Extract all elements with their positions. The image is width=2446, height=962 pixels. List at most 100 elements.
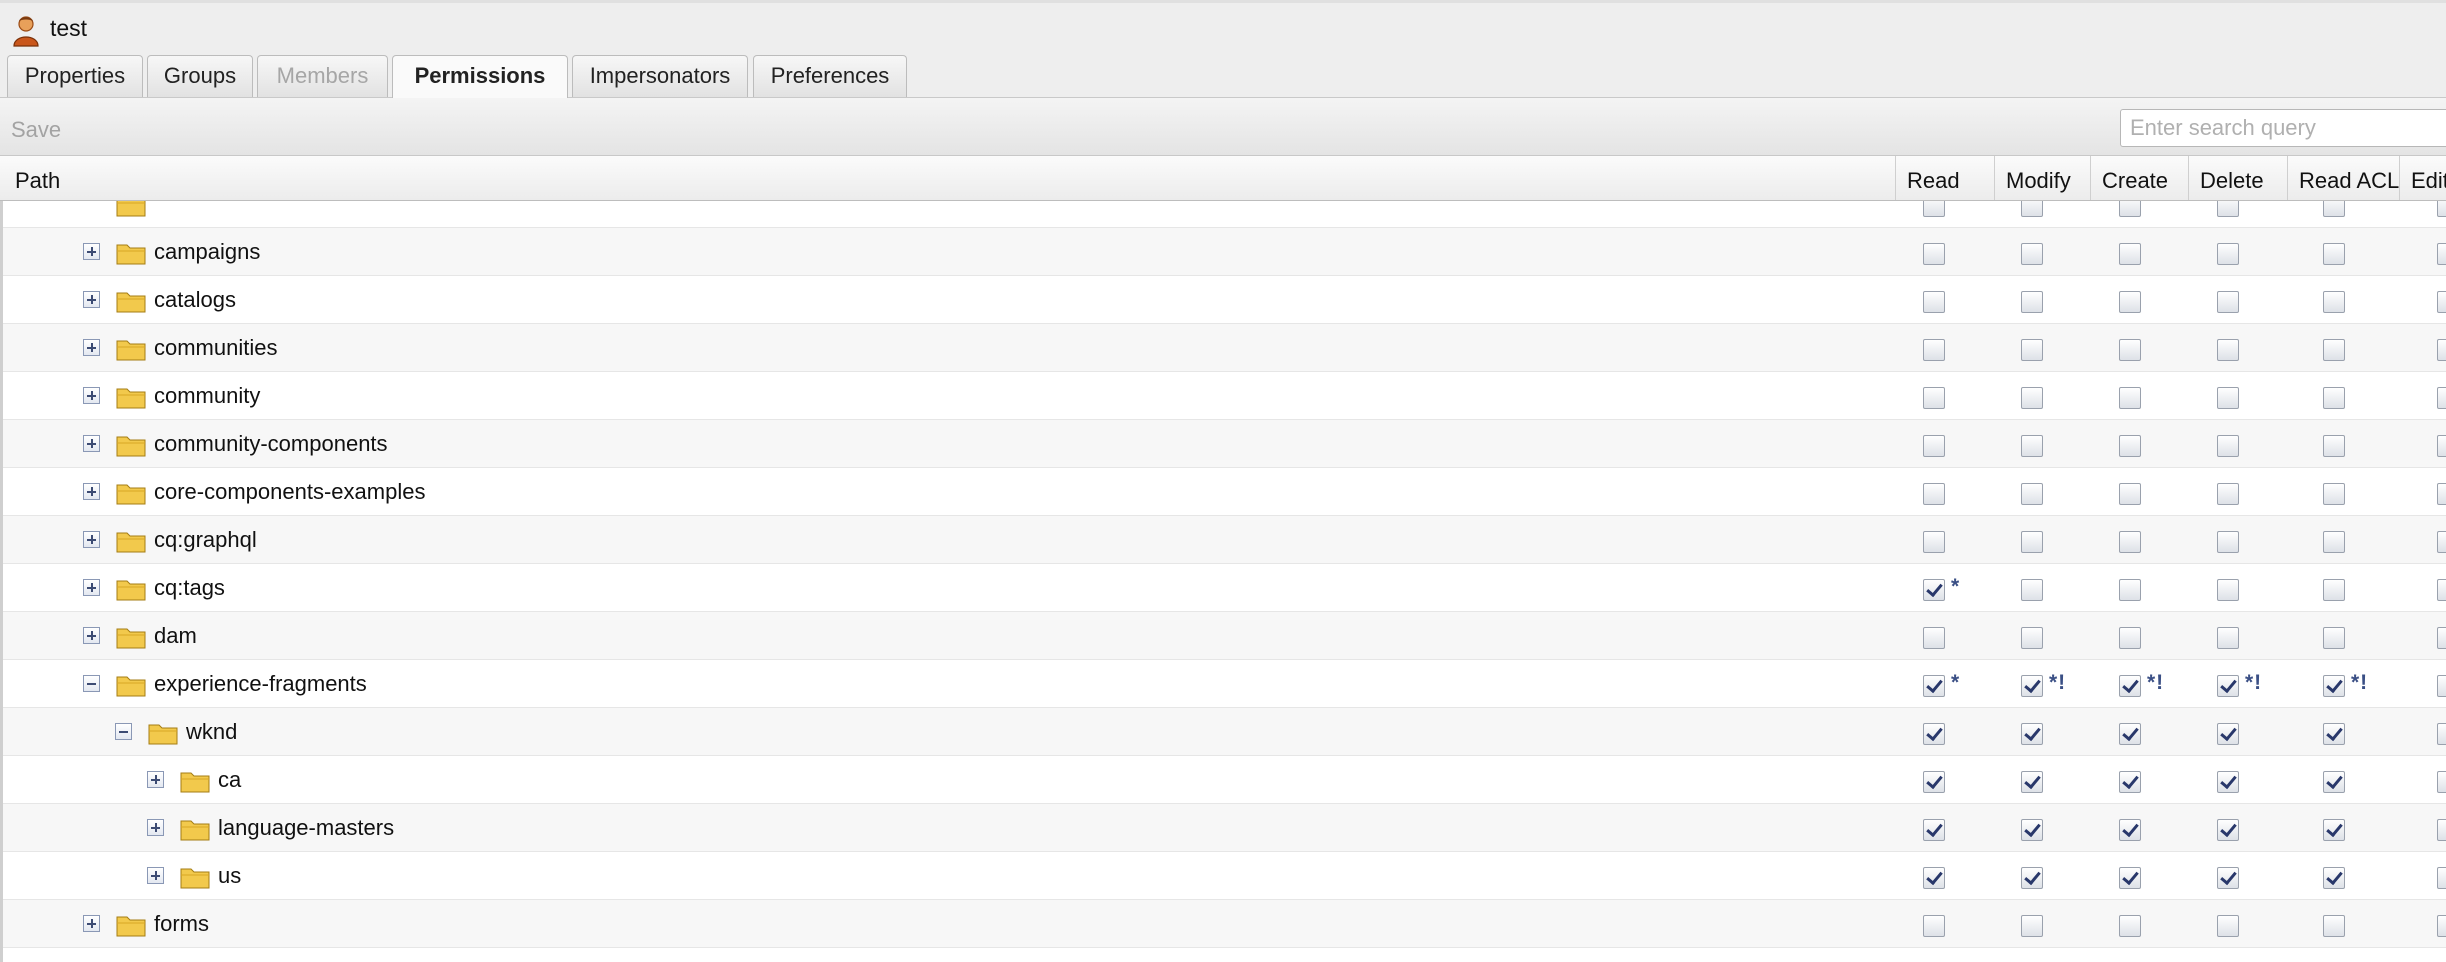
tree-row[interactable]: ca: [3, 756, 2446, 804]
permission-checkbox-read[interactable]: [1923, 291, 1945, 313]
node-label[interactable]: ca: [218, 767, 241, 793]
tree-row[interactable]: forms: [3, 900, 2446, 948]
permission-checkbox-delete[interactable]: [2217, 531, 2239, 553]
column-header-modify[interactable]: Modify: [1994, 156, 2090, 200]
expand-icon[interactable]: [83, 579, 100, 596]
column-header-read-acl[interactable]: Read ACL: [2287, 156, 2399, 200]
tree-row[interactable]: dam: [3, 612, 2446, 660]
expand-icon[interactable]: [83, 627, 100, 644]
permission-checkbox-delete[interactable]: [2217, 867, 2239, 889]
permission-checkbox-read-acl[interactable]: [2323, 819, 2345, 841]
permission-checkbox-create[interactable]: [2119, 867, 2141, 889]
tree-row[interactable]: core-components-examples: [3, 468, 2446, 516]
permission-checkbox-read-acl[interactable]: [2323, 627, 2345, 649]
expand-icon[interactable]: [147, 771, 164, 788]
permission-checkbox-read[interactable]: [1923, 339, 1945, 361]
tab-impersonators[interactable]: Impersonators: [572, 55, 748, 97]
tree-row[interactable]: community: [3, 372, 2446, 420]
permission-checkbox-edit-acl[interactable]: [2437, 291, 2446, 313]
permission-checkbox-edit-acl[interactable]: [2437, 723, 2446, 745]
permission-checkbox-modify[interactable]: [2021, 675, 2043, 697]
permission-checkbox-create[interactable]: [2119, 723, 2141, 745]
collapse-icon[interactable]: [115, 723, 132, 740]
permission-checkbox-edit-acl[interactable]: [2437, 627, 2446, 649]
permission-checkbox-read-acl[interactable]: [2323, 483, 2345, 505]
column-header-create[interactable]: Create: [2090, 156, 2188, 200]
permission-checkbox-read-acl[interactable]: [2323, 531, 2345, 553]
node-label[interactable]: catalogs: [154, 287, 236, 313]
permission-checkbox-read-acl[interactable]: [2323, 291, 2345, 313]
permission-checkbox-read[interactable]: [1923, 771, 1945, 793]
permission-checkbox-read[interactable]: [1923, 435, 1945, 457]
permission-checkbox-delete[interactable]: [2217, 675, 2239, 697]
permission-checkbox-read-acl[interactable]: [2323, 201, 2345, 217]
expand-icon[interactable]: [147, 819, 164, 836]
permission-checkbox-delete[interactable]: [2217, 915, 2239, 937]
permission-checkbox-create[interactable]: [2119, 771, 2141, 793]
permission-checkbox-read-acl[interactable]: [2323, 723, 2345, 745]
expand-icon[interactable]: [83, 483, 100, 500]
permission-checkbox-modify[interactable]: [2021, 723, 2043, 745]
node-label[interactable]: forms: [154, 911, 209, 937]
save-button[interactable]: Save: [11, 117, 61, 143]
tree-row[interactable]: language-masters: [3, 804, 2446, 852]
permission-checkbox-edit-acl[interactable]: [2437, 483, 2446, 505]
tree-row[interactable]: cq:tags *: [3, 564, 2446, 612]
permission-checkbox-modify[interactable]: [2021, 819, 2043, 841]
expand-icon[interactable]: [83, 387, 100, 404]
permission-checkbox-read[interactable]: [1923, 675, 1945, 697]
permission-checkbox-edit-acl[interactable]: [2437, 579, 2446, 601]
node-label[interactable]: cq:graphql: [154, 527, 257, 553]
permission-checkbox-read[interactable]: [1923, 483, 1945, 505]
permission-checkbox-create[interactable]: [2119, 387, 2141, 409]
permission-checkbox-create[interactable]: [2119, 915, 2141, 937]
column-header-read[interactable]: Read: [1895, 156, 1994, 200]
tab-preferences[interactable]: Preferences: [753, 55, 907, 97]
node-label[interactable]: wknd: [186, 719, 237, 745]
permission-checkbox-modify[interactable]: [2021, 579, 2043, 601]
permission-checkbox-read-acl[interactable]: [2323, 435, 2345, 457]
node-label[interactable]: communities: [154, 335, 277, 361]
permission-checkbox-edit-acl[interactable]: [2437, 867, 2446, 889]
permission-checkbox-create[interactable]: [2119, 819, 2141, 841]
permission-checkbox-read-acl[interactable]: [2323, 771, 2345, 793]
permission-checkbox-create[interactable]: [2119, 627, 2141, 649]
permission-checkbox-create[interactable]: [2119, 243, 2141, 265]
column-header-path[interactable]: Path: [0, 156, 1895, 200]
permission-checkbox-read[interactable]: [1923, 201, 1945, 217]
permission-checkbox-delete[interactable]: [2217, 291, 2239, 313]
permission-checkbox-modify[interactable]: [2021, 435, 2043, 457]
permission-checkbox-edit-acl[interactable]: [2437, 387, 2446, 409]
node-label[interactable]: cq:tags: [154, 575, 225, 601]
permission-checkbox-modify[interactable]: [2021, 867, 2043, 889]
permission-checkbox-modify[interactable]: [2021, 339, 2043, 361]
tree-row[interactable]: us: [3, 852, 2446, 900]
permission-checkbox-delete[interactable]: [2217, 387, 2239, 409]
permission-checkbox-edit-acl[interactable]: [2437, 201, 2446, 217]
permission-checkbox-create[interactable]: [2119, 675, 2141, 697]
permission-checkbox-modify[interactable]: [2021, 387, 2043, 409]
column-header-edit-acl[interactable]: Edit ACL: [2399, 156, 2446, 200]
expand-icon[interactable]: [147, 867, 164, 884]
permission-checkbox-modify[interactable]: [2021, 627, 2043, 649]
permission-checkbox-create[interactable]: [2119, 339, 2141, 361]
permission-checkbox-modify[interactable]: [2021, 531, 2043, 553]
node-label[interactable]: campaigns: [154, 239, 260, 265]
expand-icon[interactable]: [83, 915, 100, 932]
permission-checkbox-create[interactable]: [2119, 291, 2141, 313]
permission-checkbox-modify[interactable]: [2021, 771, 2043, 793]
permission-checkbox-edit-acl[interactable]: [2437, 243, 2446, 265]
permission-checkbox-edit-acl[interactable]: [2437, 915, 2446, 937]
expand-icon[interactable]: [83, 435, 100, 452]
permission-checkbox-read-acl[interactable]: [2323, 387, 2345, 409]
node-label[interactable]: core-components-examples: [154, 479, 425, 505]
expand-icon[interactable]: [83, 531, 100, 548]
permission-checkbox-read[interactable]: [1923, 627, 1945, 649]
expand-icon[interactable]: [83, 243, 100, 260]
permission-checkbox-read-acl[interactable]: [2323, 579, 2345, 601]
permission-checkbox-edit-acl[interactable]: [2437, 531, 2446, 553]
node-label[interactable]: language-masters: [218, 815, 394, 841]
permission-checkbox-delete[interactable]: [2217, 771, 2239, 793]
permission-checkbox-read-acl[interactable]: [2323, 339, 2345, 361]
permission-checkbox-delete[interactable]: [2217, 579, 2239, 601]
